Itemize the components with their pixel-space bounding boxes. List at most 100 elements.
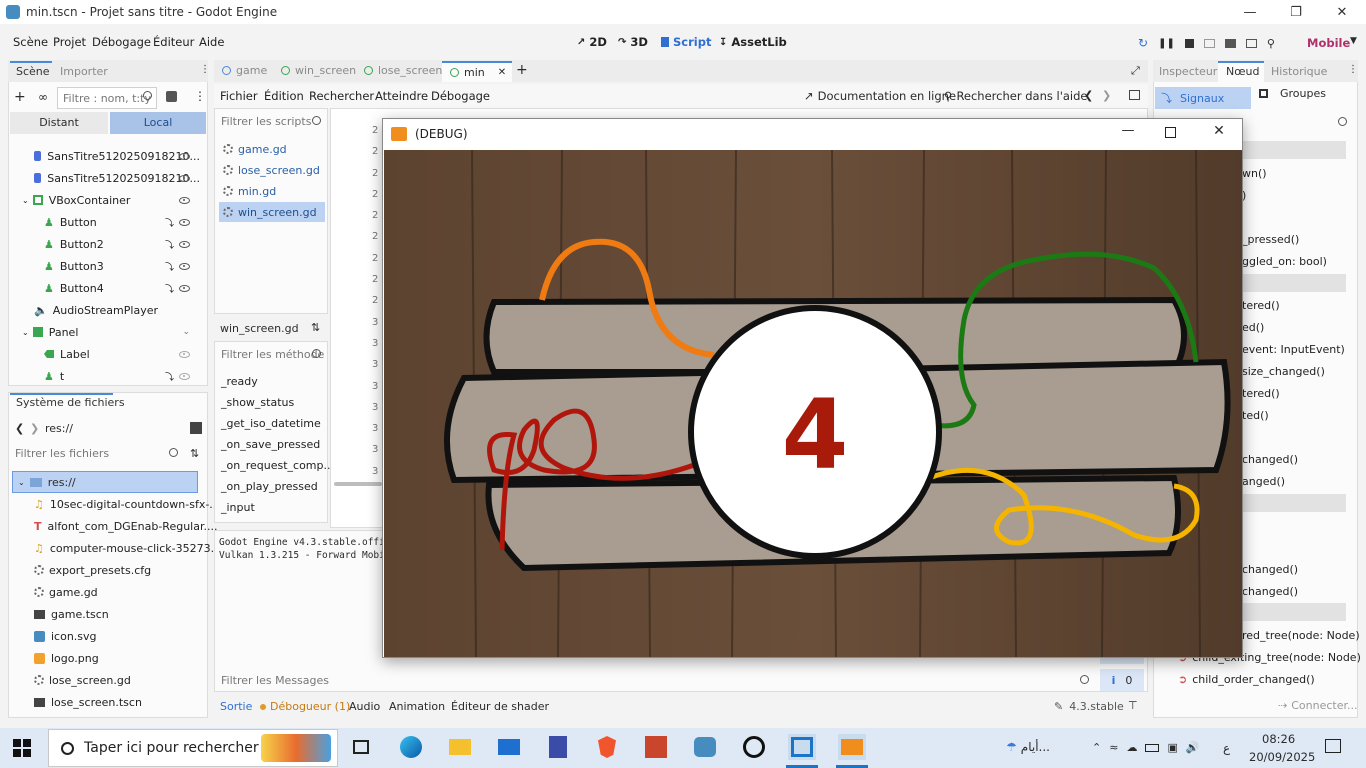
fs-root-row[interactable]: ⌄ res:// xyxy=(12,471,198,493)
maximize-button[interactable]: ❐ xyxy=(1273,0,1319,24)
mode-assetlib[interactable]: ↧ AssetLib xyxy=(719,35,787,49)
powerpoint-icon[interactable] xyxy=(643,734,669,760)
sort-icon[interactable]: ⇅ xyxy=(311,321,320,334)
tab-import[interactable]: Importer xyxy=(60,65,108,78)
godot-taskbar-icon[interactable] xyxy=(692,734,718,760)
bottom-tab-debugger[interactable]: Débogueur (1) xyxy=(260,700,350,713)
tree-node-sprite1[interactable]: SansTitre5120250918210... xyxy=(34,145,200,167)
brave-icon[interactable] xyxy=(594,734,620,760)
file-item[interactable]: ♫ 10sec-digital-countdown-sfx-... xyxy=(34,493,220,515)
tree-node-button3[interactable]: ♟ Button3 ⤵ xyxy=(44,255,200,277)
tree-node-vbox[interactable]: ⌄ VBoxContainer xyxy=(22,189,200,211)
game-taskbar-icon[interactable] xyxy=(838,734,866,760)
visibility-icon[interactable] xyxy=(179,350,190,358)
bottom-tab-output[interactable]: Sortie xyxy=(220,700,252,713)
visibility-icon[interactable] xyxy=(179,372,190,380)
signal-item[interactable]: ed() xyxy=(1242,321,1264,334)
expand-panel-icon[interactable]: ⊤ xyxy=(1128,699,1138,712)
method-item[interactable]: _ready xyxy=(221,375,258,388)
tree-node-button2[interactable]: ♟ Button2 ⤵ xyxy=(44,233,200,255)
visibility-icon[interactable] xyxy=(179,152,190,160)
reload-icon[interactable]: ↻ xyxy=(1138,36,1148,50)
editor-hscroll[interactable] xyxy=(334,482,382,486)
menu-project[interactable]: Projet xyxy=(53,35,86,49)
tree-node-sprite2[interactable]: SansTitre5120250918210... xyxy=(34,167,200,189)
bottom-tab-animation[interactable]: Animation xyxy=(389,700,445,713)
tab-filesystem[interactable]: Système de fichiers xyxy=(16,396,125,409)
tab-scene[interactable]: Scène xyxy=(16,65,50,78)
signal-icon[interactable]: ⤵ xyxy=(165,370,174,383)
visual-studio-icon[interactable] xyxy=(545,734,571,760)
script-menu-edit[interactable]: Édition xyxy=(264,89,304,103)
bottom-tab-audio[interactable]: Audio xyxy=(349,700,380,713)
task-view-icon[interactable] xyxy=(348,734,374,760)
file-item[interactable]: export_presets.cfg xyxy=(34,559,151,581)
renderer-select[interactable]: Mobile xyxy=(1307,36,1350,50)
scene-dock-menu-icon[interactable]: ⋮ xyxy=(200,64,210,75)
instance-scene-icon[interactable]: ∞ xyxy=(38,90,48,104)
tree-node-t[interactable]: ♟ t ⤵ xyxy=(44,365,200,387)
signal-item[interactable]: _pressed() xyxy=(1242,233,1299,246)
menu-help[interactable]: Aide xyxy=(199,35,224,49)
battery-icon[interactable] xyxy=(1145,743,1160,752)
tab-node[interactable]: Nœud xyxy=(1226,65,1259,78)
signal-icon[interactable]: ⤵ xyxy=(165,282,174,295)
close-tab-icon[interactable]: ✕ xyxy=(498,67,506,78)
chevron-down-icon[interactable]: ⌄ xyxy=(18,478,25,487)
signal-item[interactable]: wn() xyxy=(1242,167,1267,180)
signal-item[interactable]: size_changed() xyxy=(1242,365,1325,378)
file-item[interactable]: Talfont_com_DGEnab-Regular.... xyxy=(34,515,217,537)
split-view-icon[interactable] xyxy=(190,422,202,434)
file-item[interactable]: game.tscn xyxy=(34,603,109,625)
script-menu-search[interactable]: Rechercher xyxy=(309,89,374,103)
visibility-icon[interactable] xyxy=(179,196,190,204)
menu-scene[interactable]: Scène xyxy=(13,35,48,49)
tree-node-panel[interactable]: ⌄ Panel ⌄ xyxy=(22,321,200,343)
game-viewport[interactable]: 4 xyxy=(384,150,1242,657)
visibility-icon[interactable] xyxy=(179,262,190,270)
weather-widget[interactable]: ☂ أيام... xyxy=(1006,740,1050,754)
sort-icon[interactable]: ⇅ xyxy=(190,447,199,460)
visibility-icon[interactable] xyxy=(179,240,190,248)
game-maximize-button[interactable] xyxy=(1165,127,1176,138)
signal-item[interactable]: tered() xyxy=(1242,387,1280,400)
online-docs-link[interactable]: ↗ Documentation en ligne xyxy=(804,89,956,103)
signal-icon[interactable]: ⤵ xyxy=(165,260,174,273)
close-button[interactable]: ✕ xyxy=(1319,0,1365,24)
menu-editor[interactable]: Éditeur xyxy=(153,35,194,49)
scene-menu-icon[interactable]: ⋮ xyxy=(194,89,206,103)
remote-button[interactable]: Distant xyxy=(10,112,108,134)
visibility-icon[interactable] xyxy=(179,284,190,292)
script-item-game[interactable]: game.gd xyxy=(219,139,325,159)
script-menu-debug[interactable]: Débogage xyxy=(431,89,490,103)
collapse-icon[interactable]: ⌄ xyxy=(182,327,190,337)
signal-item[interactable]: ➲ child_order_changed() xyxy=(1178,673,1315,686)
visibility-icon[interactable] xyxy=(179,174,190,182)
local-button[interactable]: Local xyxy=(110,112,206,134)
method-item[interactable]: _get_iso_datetime xyxy=(221,417,321,430)
signal-item[interactable]: red_tree(node: Node) xyxy=(1242,629,1360,642)
tree-node-audio[interactable]: 🔈 AudioStreamPlayer xyxy=(34,299,200,321)
usb-icon[interactable]: ▣ xyxy=(1167,741,1177,754)
signal-item[interactable]: ggled_on: bool) xyxy=(1242,255,1327,268)
method-item[interactable]: _on_request_comp... xyxy=(221,459,334,472)
chatgpt-icon[interactable] xyxy=(741,734,767,760)
wifi-icon[interactable]: ≈ xyxy=(1109,741,1118,754)
output-filter-input[interactable]: Filtrer les Messages xyxy=(216,669,1096,691)
signal-item[interactable]: changed() xyxy=(1242,563,1298,576)
tree-node-label[interactable]: Label xyxy=(44,343,200,365)
language-indicator[interactable]: ع xyxy=(1223,741,1230,755)
file-item[interactable]: icon.svg xyxy=(34,625,97,647)
file-item[interactable]: logo.png xyxy=(34,647,99,669)
script-item-lose-screen[interactable]: lose_screen.gd xyxy=(219,160,325,180)
forward-icon[interactable]: ❯ xyxy=(30,422,39,435)
prev-script-icon[interactable]: ❮ xyxy=(1084,89,1093,102)
inspector-menu-icon[interactable]: ⋮ xyxy=(1348,64,1358,75)
script-item-win-screen[interactable]: win_screen.gd xyxy=(219,202,325,222)
menu-debug[interactable]: Débogage xyxy=(92,35,151,49)
minimize-button[interactable]: — xyxy=(1227,0,1273,24)
signal-item[interactable]: tered() xyxy=(1242,299,1280,312)
pause-icon[interactable]: ❚❚ xyxy=(1158,38,1175,49)
bottom-tab-shader[interactable]: Éditeur de shader xyxy=(451,700,549,713)
chevron-down-icon[interactable]: ⌄ xyxy=(22,328,29,337)
